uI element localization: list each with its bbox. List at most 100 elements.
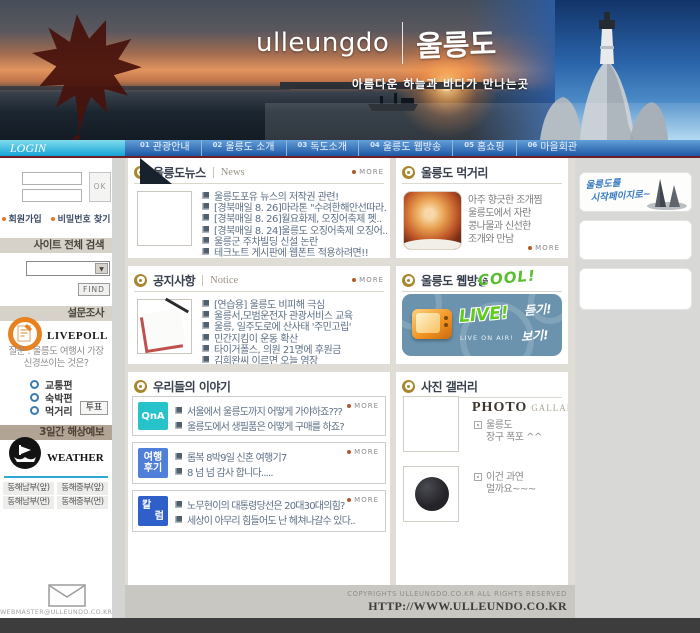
nav-item-webcast[interactable]: 04울릉도 웹방송 [358, 140, 452, 156]
sidebar-gutter [112, 158, 125, 618]
poll-option-food[interactable]: 먹거리 [30, 403, 73, 418]
news-item-link[interactable]: 울릉도포유 뉴스의 저작권 관련! [214, 190, 339, 201]
news-item-link[interactable]: 테크노트 게시판에 웹폰트 적용하려면!! [214, 246, 368, 257]
bullet-icon [175, 453, 182, 460]
login-password-field[interactable] [22, 189, 82, 202]
notice-item-link[interactable]: 울릉서,모범운전자 관광서비스 교육 [214, 309, 353, 320]
list-item: [경북매일 8. 26]마라톤 "수려한해안선따라.. [202, 201, 387, 212]
news-thumbnail[interactable] [137, 191, 192, 246]
search-find-button[interactable]: FIND [78, 283, 110, 296]
column-board: 칼럼 MORE 노무현이의 대통령당선은 20대30대의힘? 세상이 아무리 힘… [132, 490, 386, 532]
bullet-icon [202, 334, 209, 341]
forecast-link-east-south-near[interactable]: 동해남부(앞) [3, 482, 54, 495]
bullet-icon [175, 501, 182, 508]
bullet-icon [202, 345, 209, 352]
site-search-header: 사이트 전체 검색 [0, 238, 112, 253]
column-item-link[interactable]: 세상이 아무리 힘들어도 난 헤쳐나갈수 있다.. [187, 512, 355, 527]
webcast-section: 울릉도 웹방송 COOL! LIVE! 듣기! 보기! LIVE ON AIR! [396, 266, 568, 364]
find-password-link[interactable]: 비밀번호 찾기 [51, 212, 111, 225]
bullet-icon [175, 422, 182, 429]
rail-placeholder-box [579, 220, 692, 260]
list-item: 민간지킴이 운동 확산 [202, 332, 387, 343]
orange-dot-icon [51, 217, 55, 221]
qna-item-link[interactable]: 서울에서 울릉도까지 어떻게 가야하죠??? [187, 403, 342, 418]
notice-item-link[interactable]: 울릉, 일주도로에 산사태 '주민고립' [214, 320, 351, 331]
login-ok-button[interactable]: OK [89, 172, 111, 202]
photo-caption-icon [474, 473, 482, 481]
list-item: [경북매일 8. 26]월요화제, 오징어축제 펫.. [202, 212, 387, 223]
list-item: 울릉, 일주도로에 산사태 '주민고립' [202, 320, 387, 331]
radio-icon[interactable] [30, 380, 39, 389]
radio-icon[interactable] [30, 393, 39, 402]
rail-placeholder-box [579, 268, 692, 310]
right-rail: 울릉도를 시작페이지로~ [575, 158, 700, 618]
webmaster-email-link[interactable]: WEBMASTER@ULLEUNDO.CO.KR [0, 609, 112, 616]
gallery-caption[interactable]: 이건 과연멀까요~~~ [474, 472, 536, 496]
notice-item-link[interactable]: 김희완씨 이르면 오늘 영장 [214, 354, 318, 364]
list-item: [경북매일 8. 24]울릉도 오징어축제 오징어.. [202, 224, 387, 235]
bullet-icon [202, 356, 209, 363]
radio-icon[interactable] [30, 406, 39, 415]
login-id-field[interactable] [22, 172, 82, 185]
bullet-icon [175, 516, 182, 523]
forecast-link-east-south-far[interactable]: 동해남부(먼) [3, 496, 54, 509]
forecast-link-east-mid-far[interactable]: 동해중부(먼) [57, 496, 108, 509]
news-item-link[interactable]: [경북매일 8. 26]월요화제, 오징어축제 펫.. [214, 212, 382, 223]
gallery-thumbnail-beetle[interactable] [403, 466, 459, 522]
news-more-button[interactable]: MORE [352, 168, 384, 176]
gallery-caption[interactable]: 울릉도장구 폭포 ^^ [474, 420, 542, 444]
travel-review-label: 여행후기 [138, 448, 168, 478]
list-item: 서울에서 울릉도까지 어떻게 가야하죠??? [175, 403, 357, 418]
section-divider [402, 183, 562, 184]
section-bullet-icon [134, 274, 147, 287]
nav-item-ulleungdo-intro[interactable]: 02울릉도 소개 [201, 140, 286, 156]
site-title-ko: 울릉도 [416, 21, 497, 66]
onair-label: LIVE ON AIR! [460, 334, 514, 342]
notice-item-link[interactable]: 민간지킴이 운동 확산 [214, 332, 298, 343]
qna-item-link[interactable]: 울릉도에서 생필품은 어떻게 구매를 하죠? [187, 418, 344, 433]
news-item-link[interactable]: 울릉군 주차빌딩 신설 논란 [214, 235, 318, 246]
news-subtitle: News [213, 167, 245, 178]
listen-label: 듣기! [524, 300, 553, 319]
list-item: 세상이 아무리 힘들어도 난 헤쳐나갈수 있다.. [175, 512, 357, 527]
search-category-select[interactable] [26, 261, 110, 276]
notice-item-link[interactable]: 타이거폴스, 의원 21명에 후원금 [214, 343, 341, 354]
list-item: [연습용] 울릉도 비피해 극심 [202, 298, 387, 309]
stories-section: 우리들의 이야기 QnA MORE 서울에서 울릉도까지 어떻게 가야하죠???… [128, 372, 390, 585]
bullet-icon [175, 407, 182, 414]
nav-item-homeshopping[interactable]: 05홈쇼핑 [452, 140, 515, 156]
qna-board: QnA MORE 서울에서 울릉도까지 어떻게 가야하죠??? 울릉도에서 생필… [132, 396, 386, 436]
footer-strip: COPYRIGHTS ULLEUNGDO.CO.KR ALL RIGHTS RE… [125, 585, 575, 618]
notice-subtitle: Notice [202, 275, 238, 286]
login-header: LOGIN [0, 140, 125, 156]
live-webcast-banner[interactable]: LIVE! 듣기! 보기! LIVE ON AIR! [402, 294, 562, 356]
food-more-button[interactable]: MORE [528, 244, 560, 252]
tv-icon [412, 309, 452, 339]
notice-thumbnail[interactable] [137, 299, 192, 354]
review-item-link[interactable]: 8 넘 넘 감사 합니다..... [187, 464, 273, 479]
weather-brand: WEATHER [47, 452, 104, 464]
nav-item-town-hall[interactable]: 06마을회관 [516, 140, 589, 156]
news-item-link[interactable]: [경북매일 8. 26]마라톤 "수려한해안선따라.. [214, 201, 387, 212]
notice-more-button[interactable]: MORE [352, 276, 384, 284]
news-section: 울릉도뉴스 News MORE 울릉도포유 뉴스의 저작권 관련! [경북매일 … [128, 158, 390, 258]
dropdown-arrow-icon[interactable] [95, 263, 108, 274]
column-item-link[interactable]: 노무현이의 대통령당선은 20대30대의힘? [187, 497, 345, 512]
photo-gallery-heading: PHOTO GALLARY [472, 400, 568, 416]
forecast-link-east-mid-near[interactable]: 동해중부(앞) [57, 482, 108, 495]
nav-item-tour-info[interactable]: 01관광안내 [129, 140, 201, 156]
news-list: 울릉도포유 뉴스의 저작권 관련! [경북매일 8. 26]마라톤 "수려한해안… [202, 190, 387, 257]
notice-section: 공지사항 Notice MORE [연습용] 울릉도 비피해 극심 울릉서,모범… [128, 266, 390, 364]
watch-label: 보기! [521, 326, 550, 345]
signup-link[interactable]: 회원가입 [2, 212, 42, 225]
poll-vote-button[interactable]: 투표 [80, 401, 108, 415]
mail-icon[interactable] [48, 584, 86, 611]
gallery-thumbnail-waterfall[interactable] [403, 396, 459, 452]
news-item-link[interactable]: [경북매일 8. 24]울릉도 오징어축제 오징어.. [214, 224, 387, 235]
nav-item-dokdo-intro[interactable]: 03독도소개 [286, 140, 359, 156]
review-item-link[interactable]: 롬복 8박9일 신혼 여행기7 [187, 449, 286, 464]
food-thumbnail[interactable] [403, 191, 462, 250]
notice-item-link[interactable]: [연습용] 울릉도 비피해 극심 [214, 298, 325, 309]
list-item: 울릉서,모범운전자 관광서비스 교육 [202, 309, 387, 320]
start-page-banner[interactable]: 울릉도를 시작페이지로~ [579, 172, 692, 212]
